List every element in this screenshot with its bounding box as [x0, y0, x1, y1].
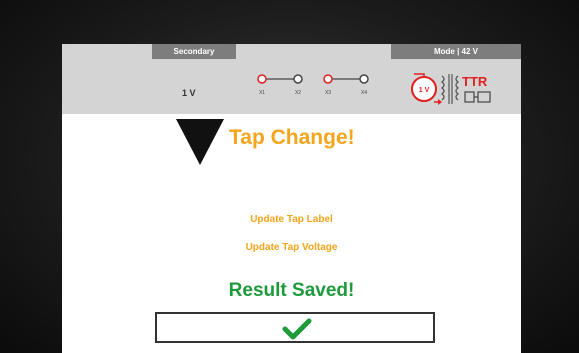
device-bezel: Secondary Mode | 42 V 1 V X1 X2 X3 X4 1 …: [0, 0, 579, 353]
secondary-voltage: 1 V: [182, 88, 196, 98]
result-saved-text: Result Saved!: [228, 280, 355, 301]
ttr-coil-label: 1 V: [419, 87, 430, 94]
terminal-label-x4: X4: [361, 90, 367, 96]
secondary-tab[interactable]: Secondary: [152, 44, 236, 59]
checkmark-icon: [282, 318, 312, 340]
down-triangle-icon: [176, 119, 224, 165]
terminal-label-x1: X1: [259, 90, 265, 96]
ttr-label: TTR: [462, 74, 488, 89]
terminal-label-x2: X2: [295, 90, 301, 96]
update-tap-label-link[interactable]: Update Tap Label: [62, 214, 521, 225]
update-tap-voltage-link[interactable]: Update Tap Voltage: [62, 242, 521, 253]
winding-terminals-diagram: X1 X2 X3 X4: [257, 74, 369, 96]
mode-tab[interactable]: Mode | 42 V: [391, 44, 521, 59]
instrument-screen: Secondary Mode | 42 V 1 V X1 X2 X3 X4 1 …: [62, 44, 521, 353]
tap-change-title: Tap Change!: [229, 126, 355, 149]
confirm-button[interactable]: [155, 312, 435, 343]
terminal-x2: [293, 74, 303, 84]
status-header: Secondary Mode | 42 V 1 V X1 X2 X3 X4 1 …: [62, 44, 521, 114]
ttr-transformer-icon[interactable]: 1 V TTR: [410, 64, 505, 110]
terminal-x1: [257, 74, 267, 84]
terminal-x3: [323, 74, 333, 84]
terminal-x4: [359, 74, 369, 84]
terminal-label-x3: X3: [325, 90, 331, 96]
